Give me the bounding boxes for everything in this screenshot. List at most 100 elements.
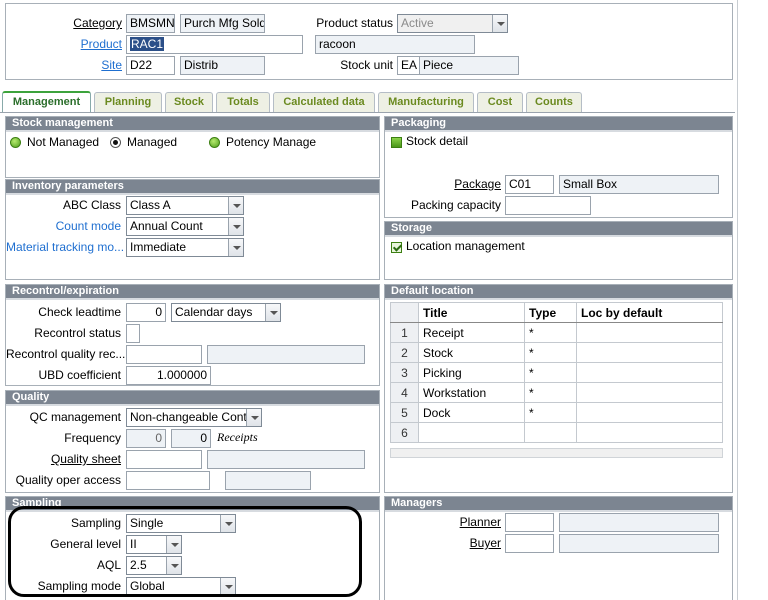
chevron-down-icon[interactable] [228,197,243,214]
managers-panel: Managers Planner Buyer [384,496,733,600]
cell-loc-by-default[interactable] [576,422,723,443]
table-row[interactable]: 1 Receipt * [390,322,723,343]
cell-title[interactable] [418,422,525,443]
table-row[interactable]: 2 Stock * [390,342,723,363]
packing-capacity-field[interactable] [505,196,591,215]
site-label[interactable]: Site [60,58,122,72]
packaging-panel: Packaging Stock detail Package C01 Small… [384,116,733,218]
row-number: 4 [390,382,419,403]
product-code-value: RAC1 [130,37,165,51]
tab-calculated-data[interactable]: Calculated data [273,92,375,112]
stock-detail-checkbox[interactable] [391,137,402,148]
radio-not-managed[interactable] [10,137,21,148]
planner-desc-field [559,513,719,532]
cell-title[interactable]: Dock [418,402,525,423]
cell-type[interactable]: * [524,322,577,343]
site-code-field[interactable]: D22 [126,56,175,75]
cell-loc-by-default[interactable] [576,342,723,363]
tab-cost[interactable]: Cost [477,92,523,112]
tab-stock[interactable]: Stock [165,92,213,112]
panel-title: Recontrol/expiration [6,285,379,300]
table-row[interactable]: 3 Picking * [390,362,723,383]
tab-manufacturing[interactable]: Manufacturing [378,92,474,112]
recontrol-panel: Recontrol/expiration Check leadtime 0 Ca… [5,284,380,386]
stock-management-panel: Stock management Not Managed Managed Pot… [5,116,380,178]
product-status-select[interactable]: Active [397,14,508,33]
row-number: 3 [390,362,419,383]
cell-title[interactable]: Receipt [418,322,525,343]
tab-totals[interactable]: Totals [216,92,270,112]
recontrol-status-field[interactable] [126,324,140,343]
table-row[interactable]: 5 Dock * [390,402,723,423]
column-header-loc-by-default[interactable]: Loc by default [576,302,723,323]
product-status-value: Active [401,16,434,30]
count-mode-value: Annual Count [130,219,203,233]
recontrol-quality-field[interactable] [126,345,202,364]
cell-type[interactable]: * [524,342,577,363]
package-desc-field: Small Box [559,175,719,194]
location-management-checkbox[interactable] [391,242,402,253]
quality-panel: Quality QC management Non-changeable Con… [5,390,380,493]
row-number: 2 [390,342,419,363]
cell-title[interactable]: Stock [418,342,525,363]
check-leadtime-unit-value: Calendar days [175,305,253,319]
chevron-down-icon[interactable] [228,218,243,235]
cell-loc-by-default[interactable] [576,322,723,343]
table-row[interactable]: 6 [390,422,723,443]
check-leadtime-unit-select[interactable]: Calendar days [171,303,281,322]
radio-managed[interactable] [110,137,121,148]
table-horizontal-scrollbar[interactable] [390,448,723,458]
category-desc-field: Purch Mfg Sold [180,14,265,33]
cell-type[interactable]: * [524,402,577,423]
ubd-coefficient-label: UBD coefficient [38,368,121,382]
planner-label[interactable]: Planner [385,515,501,529]
chevron-down-icon[interactable] [228,239,243,256]
tab-counts[interactable]: Counts [526,92,582,112]
check-leadtime-label: Check leadtime [38,305,121,319]
cell-loc-by-default[interactable] [576,402,723,423]
category-code-field[interactable]: BMSMN [126,14,175,33]
cell-loc-by-default[interactable] [576,362,723,383]
quality-oper-access-field[interactable] [126,471,210,490]
material-tracking-label[interactable]: Material tracking mo... [6,240,124,254]
quality-sheet-label[interactable]: Quality sheet [6,452,121,466]
cell-type[interactable]: * [524,362,577,383]
cell-type[interactable]: * [524,382,577,403]
radio-potency-manage-label: Potency Manage [226,135,317,149]
chevron-down-icon[interactable] [265,304,280,321]
package-code-field[interactable]: C01 [505,175,554,194]
column-header-type[interactable]: Type [524,302,577,323]
chevron-down-icon[interactable] [492,15,507,32]
tab-planning[interactable]: Planning [94,92,162,112]
buyer-label[interactable]: Buyer [385,536,501,550]
material-tracking-value: Immediate [130,240,187,254]
column-header-title[interactable]: Title [418,302,525,323]
package-label[interactable]: Package [385,177,501,191]
inventory-parameters-panel: Inventory parameters ABC Class Class A C… [5,179,380,280]
quality-oper-access-label: Quality oper access [15,473,121,487]
quality-sheet-field[interactable] [126,450,202,469]
window-right-edge [737,0,738,600]
ubd-coefficient-field[interactable]: 1.000000 [126,366,211,385]
tab-management[interactable]: Management [2,91,91,113]
radio-potency-manage[interactable] [209,137,220,148]
material-tracking-select[interactable]: Immediate [126,238,244,257]
buyer-code-field[interactable] [505,534,554,553]
cell-title[interactable]: Picking [418,362,525,383]
planner-code-field[interactable] [505,513,554,532]
quality-sheet-desc [207,450,365,469]
chevron-down-icon[interactable] [246,409,261,426]
product-label[interactable]: Product [60,37,122,51]
cell-type[interactable] [524,422,577,443]
qc-management-select[interactable]: Non-changeable Contro [126,408,262,427]
default-location-table: Title Type Loc by default 1 Receipt * 2 … [390,302,723,443]
table-row[interactable]: 4 Workstation * [390,382,723,403]
radio-not-managed-label: Not Managed [27,135,100,149]
product-code-field[interactable]: RAC1 [126,35,303,54]
check-leadtime-field[interactable]: 0 [126,303,166,322]
count-mode-select[interactable]: Annual Count [126,217,244,236]
cell-loc-by-default[interactable] [576,382,723,403]
abc-class-select[interactable]: Class A [126,196,244,215]
count-mode-label[interactable]: Count mode [6,219,121,233]
cell-title[interactable]: Workstation [418,382,525,403]
